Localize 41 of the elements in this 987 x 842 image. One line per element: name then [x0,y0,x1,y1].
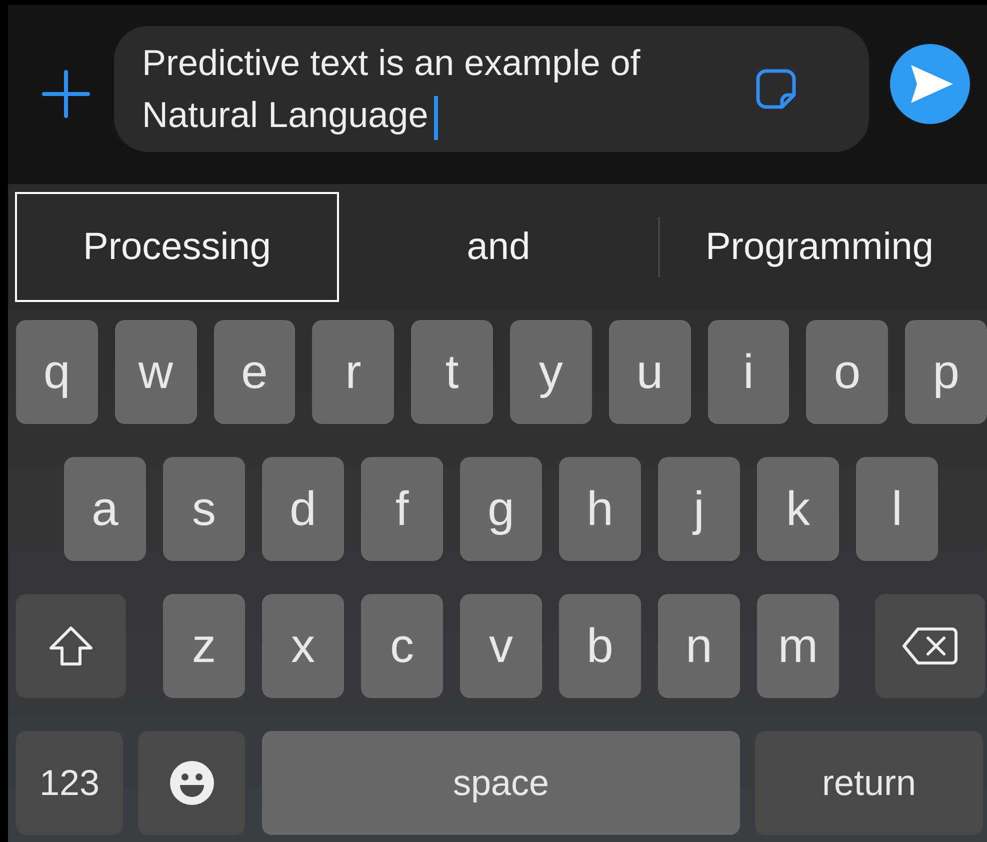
message-field[interactable]: Predictive text is an example of Natural Language [114,26,869,152]
key[interactable]: o [806,320,888,424]
key[interactable]: w [114,320,197,424]
key[interactable]: i [708,320,790,424]
key[interactable]: n [658,594,740,698]
suggestion[interactable]: Processing [15,192,339,302]
key[interactable]: c [361,594,443,698]
key[interactable]: k [757,457,839,562]
key[interactable]: e [214,320,296,424]
key[interactable]: b [559,594,641,698]
key[interactable]: q [16,320,98,424]
space-key[interactable]: space [262,731,740,836]
delete-key[interactable] [875,594,985,698]
key[interactable]: j [658,457,740,562]
key[interactable]: g [460,457,542,562]
key[interactable]: r [312,320,394,424]
suggestion[interactable]: Programming [660,192,979,302]
key[interactable]: m [757,594,839,698]
key[interactable]: d [262,457,344,562]
key[interactable]: u [608,320,691,424]
key[interactable]: t [411,320,493,424]
shift-key[interactable] [16,594,126,698]
key[interactable]: p [905,320,987,424]
emoji-key[interactable] [138,731,245,836]
smiley-icon [168,760,214,806]
message-text: Predictive text is an example of Natural Language [142,37,742,142]
key[interactable]: v [460,594,542,698]
key[interactable]: l [856,457,938,562]
numbers-key[interactable]: 123 [16,731,123,836]
key[interactable]: s [163,457,245,562]
key[interactable]: z [163,594,245,698]
key[interactable]: x [262,594,344,698]
delete-icon [902,626,958,666]
shift-icon [48,625,94,668]
key[interactable]: f [361,457,443,562]
suggestion[interactable]: and [339,192,658,302]
key[interactable]: h [559,457,641,562]
key[interactable]: y [510,320,592,424]
return-key[interactable]: return [755,731,983,836]
send-icon[interactable] [889,43,971,126]
key[interactable]: a [64,457,146,562]
